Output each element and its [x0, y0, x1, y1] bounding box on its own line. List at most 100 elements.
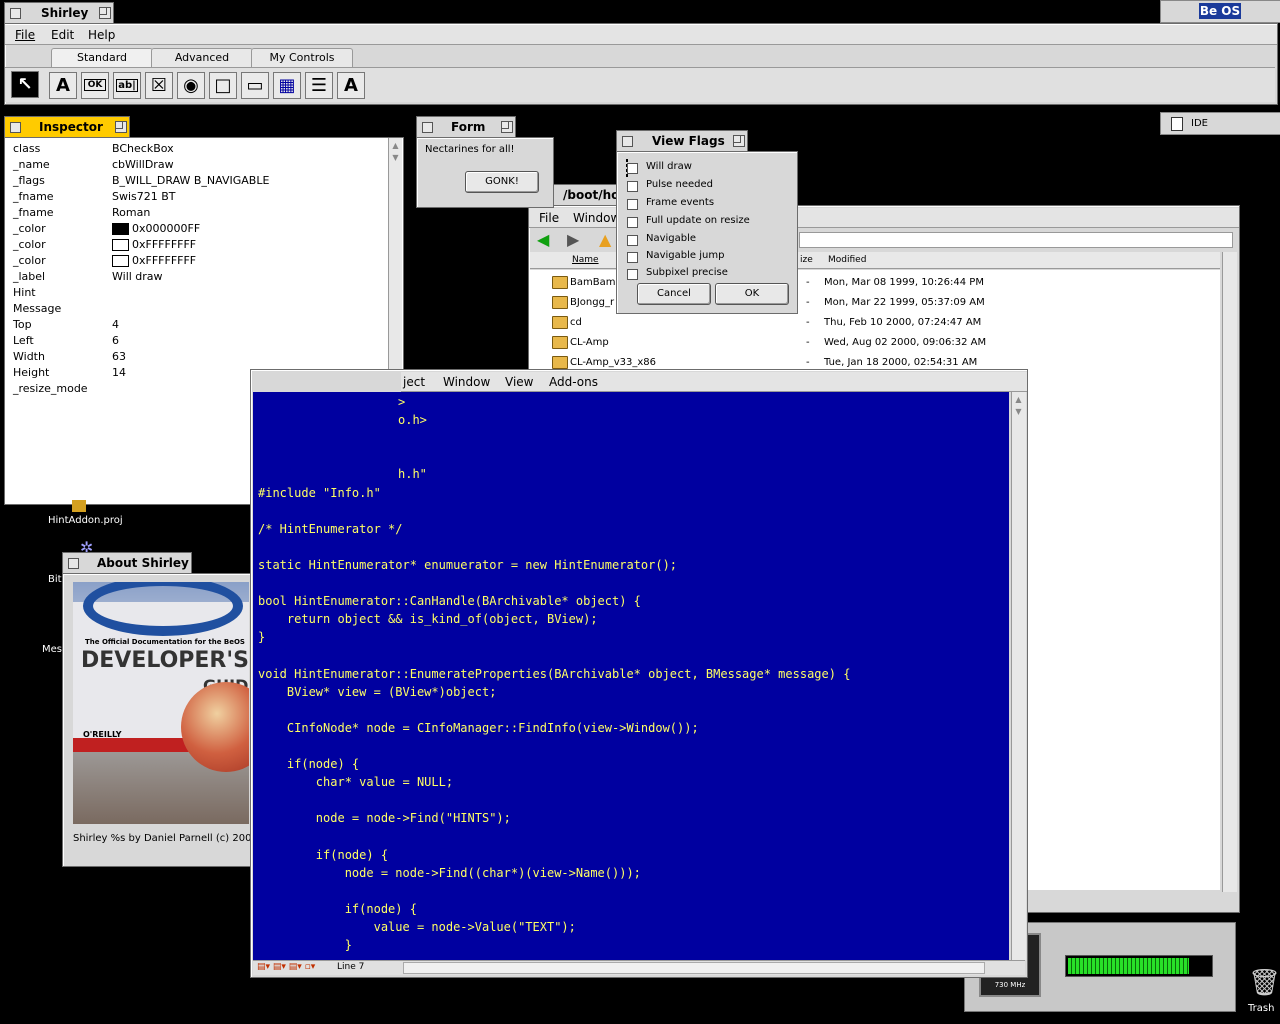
project-file-icon[interactable] — [72, 500, 86, 512]
editor-menu-window[interactable]: Window — [443, 375, 490, 389]
box-tool[interactable]: □ — [209, 72, 237, 99]
folder-icon — [552, 296, 568, 309]
column-modified[interactable]: Modified — [828, 255, 866, 265]
folder-icon — [552, 276, 568, 289]
zoom-box[interactable] — [99, 7, 111, 19]
desktop-icon-hintaddon[interactable]: HintAddon.proj — [48, 515, 123, 526]
popup-menu-icon[interactable]: ▤▾ ▤▾ ▤▾ ▫▾ — [257, 962, 315, 972]
editor-menu-addons[interactable]: Add-ons — [549, 375, 598, 389]
menu-help[interactable]: Help — [88, 28, 115, 42]
window-title: View Flags — [652, 134, 725, 148]
menu-file[interactable]: File — [15, 28, 35, 42]
statusbar-tool[interactable]: ▭ — [241, 72, 269, 99]
code-line: static HintEnumerator* enumuerator = new… — [258, 557, 678, 572]
code-line: if(node) { — [258, 757, 360, 771]
viewflags-window: Will draw Pulse needed Frame events Full… — [616, 151, 798, 314]
editor-statusbar: ▤▾ ▤▾ ▤▾ ▫▾ Line 7 — [253, 960, 1025, 975]
button-tool[interactable]: OK — [81, 72, 109, 99]
list-item[interactable]: CL-Amp - Wed, Aug 02 2000, 09:06:32 AM — [530, 333, 1204, 353]
tracker-path-field[interactable] — [799, 232, 1233, 248]
radio-tool[interactable]: ◉ — [177, 72, 205, 99]
checkbox-tool[interactable]: ☒ — [145, 72, 173, 99]
tab-advanced[interactable]: Advanced — [151, 48, 253, 68]
inspector-title-tab[interactable]: Inspector — [4, 116, 130, 137]
about-title-tab[interactable]: About Shirley — [62, 552, 192, 573]
pointer-tool[interactable]: ↖ — [11, 71, 39, 98]
beos-logo[interactable]: Be OS — [1199, 3, 1241, 19]
code-line: value = node->Value("TEXT"); — [258, 919, 576, 934]
colorcontrol-tool[interactable]: ▦ — [273, 72, 301, 99]
column-name[interactable]: Name — [572, 255, 599, 265]
list-item[interactable]: cd - Thu, Feb 10 2000, 07:24:47 AM — [530, 313, 1204, 333]
book-title: DEVELOPER'S — [81, 648, 249, 673]
desktop-icon-mes[interactable]: Mes — [42, 644, 62, 655]
editor-menu-project[interactable]: ject — [403, 375, 425, 389]
app-icon — [1171, 117, 1183, 131]
stringview-tool[interactable]: A — [337, 72, 365, 99]
checkbox-box — [627, 269, 638, 280]
ok-button[interactable]: OK — [715, 283, 789, 305]
shirley-window: File Edit Help Standard Advanced My Cont… — [4, 23, 1278, 105]
window-title: Inspector — [39, 120, 103, 134]
radio-button-icon: ◉ — [183, 75, 199, 96]
deskbar-ide-item[interactable]: IDE — [1160, 112, 1280, 135]
code-line: if(node) { — [258, 901, 417, 916]
scroll-down-arrow-icon[interactable]: ▼ — [390, 152, 401, 163]
scroll-up-arrow-icon[interactable]: ▲ — [390, 140, 401, 151]
code-line: void HintEnumerator::EnumerateProperties… — [258, 666, 851, 681]
hscroll[interactable] — [403, 962, 985, 974]
code-line: CInfoNode* node = CInfoManager::FindInfo… — [258, 720, 699, 735]
window-title: About Shirley — [97, 556, 189, 570]
gonk-button[interactable]: GONK! — [465, 171, 539, 193]
scroll-down-arrow-icon[interactable]: ▼ — [1013, 406, 1024, 417]
checkbox-box — [627, 199, 638, 210]
checkbox-box — [627, 235, 638, 246]
close-box[interactable] — [10, 122, 21, 133]
editor-vscroll[interactable]: ▲ ▼ — [1011, 392, 1026, 960]
trash-icon[interactable]: 🗑 — [1248, 968, 1280, 998]
code-line: node = node->Find("HINTS"); — [258, 811, 511, 826]
text-control-icon: ab| — [116, 79, 138, 92]
scroll-up-arrow-icon[interactable]: ▲ — [1013, 394, 1024, 405]
zoom-box[interactable] — [501, 121, 513, 133]
book-brand: The Official Documentation for the BeOS — [85, 638, 245, 646]
parent-folder-icon[interactable]: ▲ — [599, 230, 611, 249]
tracker-menu-file[interactable]: File — [539, 211, 559, 225]
close-box[interactable] — [68, 558, 79, 569]
listview-tool[interactable]: ☰ — [305, 72, 333, 99]
desktop-icon-trash[interactable]: Trash — [1248, 1003, 1274, 1014]
code-line: > — [398, 395, 406, 409]
form-title-tab[interactable]: Form — [416, 116, 516, 137]
forward-arrow-icon[interactable]: ▶ — [567, 230, 579, 249]
code-line: return object && is_kind_of(object, BVie… — [258, 612, 598, 627]
label-tool[interactable]: A — [49, 72, 77, 99]
folder-icon — [552, 356, 568, 369]
deskbar-ide-label: IDE — [1191, 118, 1208, 129]
close-box[interactable] — [10, 8, 21, 19]
cancel-button[interactable]: Cancel — [637, 283, 711, 305]
close-box[interactable] — [622, 136, 633, 147]
textcontrol-tool[interactable]: ab| — [113, 72, 141, 99]
tab-my-controls[interactable]: My Controls — [251, 48, 353, 68]
tracker-vscroll[interactable] — [1222, 252, 1237, 892]
column-size[interactable]: ize — [800, 255, 813, 265]
close-box[interactable] — [422, 122, 433, 133]
viewflags-title-tab[interactable]: View Flags — [616, 130, 748, 151]
zoom-box[interactable] — [115, 121, 127, 133]
menu-edit[interactable]: Edit — [51, 28, 74, 42]
code-line: h.h" — [398, 467, 427, 482]
back-arrow-icon[interactable]: ◀ — [537, 230, 549, 249]
code-line: BView* view = (BView*)object; — [258, 684, 497, 699]
about-caption: Shirley %s by Daniel Parnell (c) 2001 — [73, 833, 258, 844]
checkbox-box — [627, 217, 638, 228]
code-line: char* value = NULL; — [258, 775, 454, 790]
tab-standard[interactable]: Standard — [51, 48, 153, 68]
desktop-icon-bit[interactable]: Bit — [48, 574, 62, 585]
code-line: bool HintEnumerator::CanHandle(BArchivab… — [258, 594, 641, 609]
zoom-box[interactable] — [733, 135, 745, 147]
tracker-menu-window[interactable]: Window — [573, 211, 620, 225]
editor-menu-view[interactable]: View — [505, 375, 533, 389]
deskbar: Be OS — [1160, 0, 1280, 23]
shirley-title-tab[interactable]: Shirley — [4, 2, 114, 23]
window-title: Shirley — [41, 6, 89, 20]
